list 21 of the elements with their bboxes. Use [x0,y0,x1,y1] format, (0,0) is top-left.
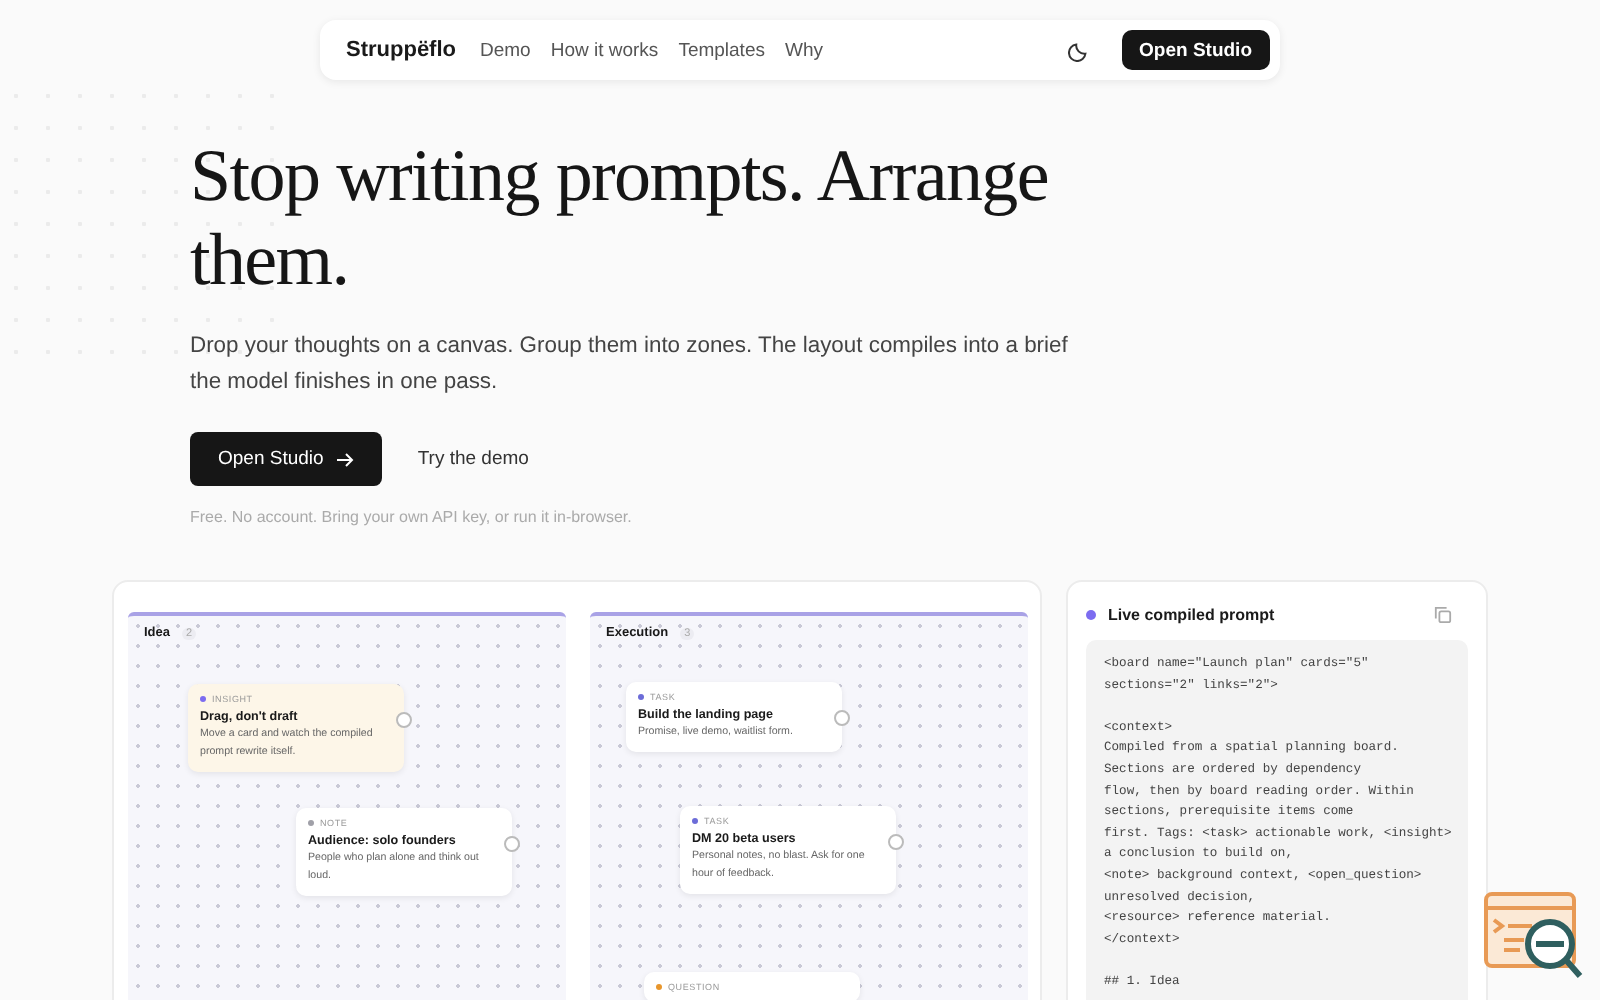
nav-link[interactable]: How it works [550,39,659,61]
copy-icon[interactable] [1434,606,1452,624]
nav-link[interactable]: Demo [480,39,531,61]
browser-search-icon[interactable] [1484,892,1588,984]
hero-note: Free. No account. Bring your own API key, or run it in-browser. [190,508,634,526]
panel-title: Live compiled prompt [1108,606,1277,624]
connector-handle[interactable] [396,712,412,728]
hero-heading: Stop writing prompts. Arrange them. [190,136,1050,304]
live-dot-icon [1086,610,1096,620]
try-demo-link[interactable]: Try the demo [417,448,529,470]
open-studio-button[interactable]: Open Studio [190,432,382,486]
brand-logo[interactable]: Struppëflo [346,38,456,62]
connector-handle[interactable] [504,836,520,852]
moon-icon[interactable] [1067,39,1090,61]
arrow-right-icon [335,451,354,467]
connector-handle[interactable] [834,710,850,726]
nav-link[interactable]: Templates [678,39,765,61]
nav-link[interactable]: Why [785,39,823,61]
open-studio-button[interactable]: Open Studio [1121,30,1270,70]
hero-subtitle: Drop your thoughts on a canvas. Group them into zones. The layout compiles into a brief the model finishes in one pass. [190,332,1070,398]
connector-handle[interactable] [888,834,904,850]
